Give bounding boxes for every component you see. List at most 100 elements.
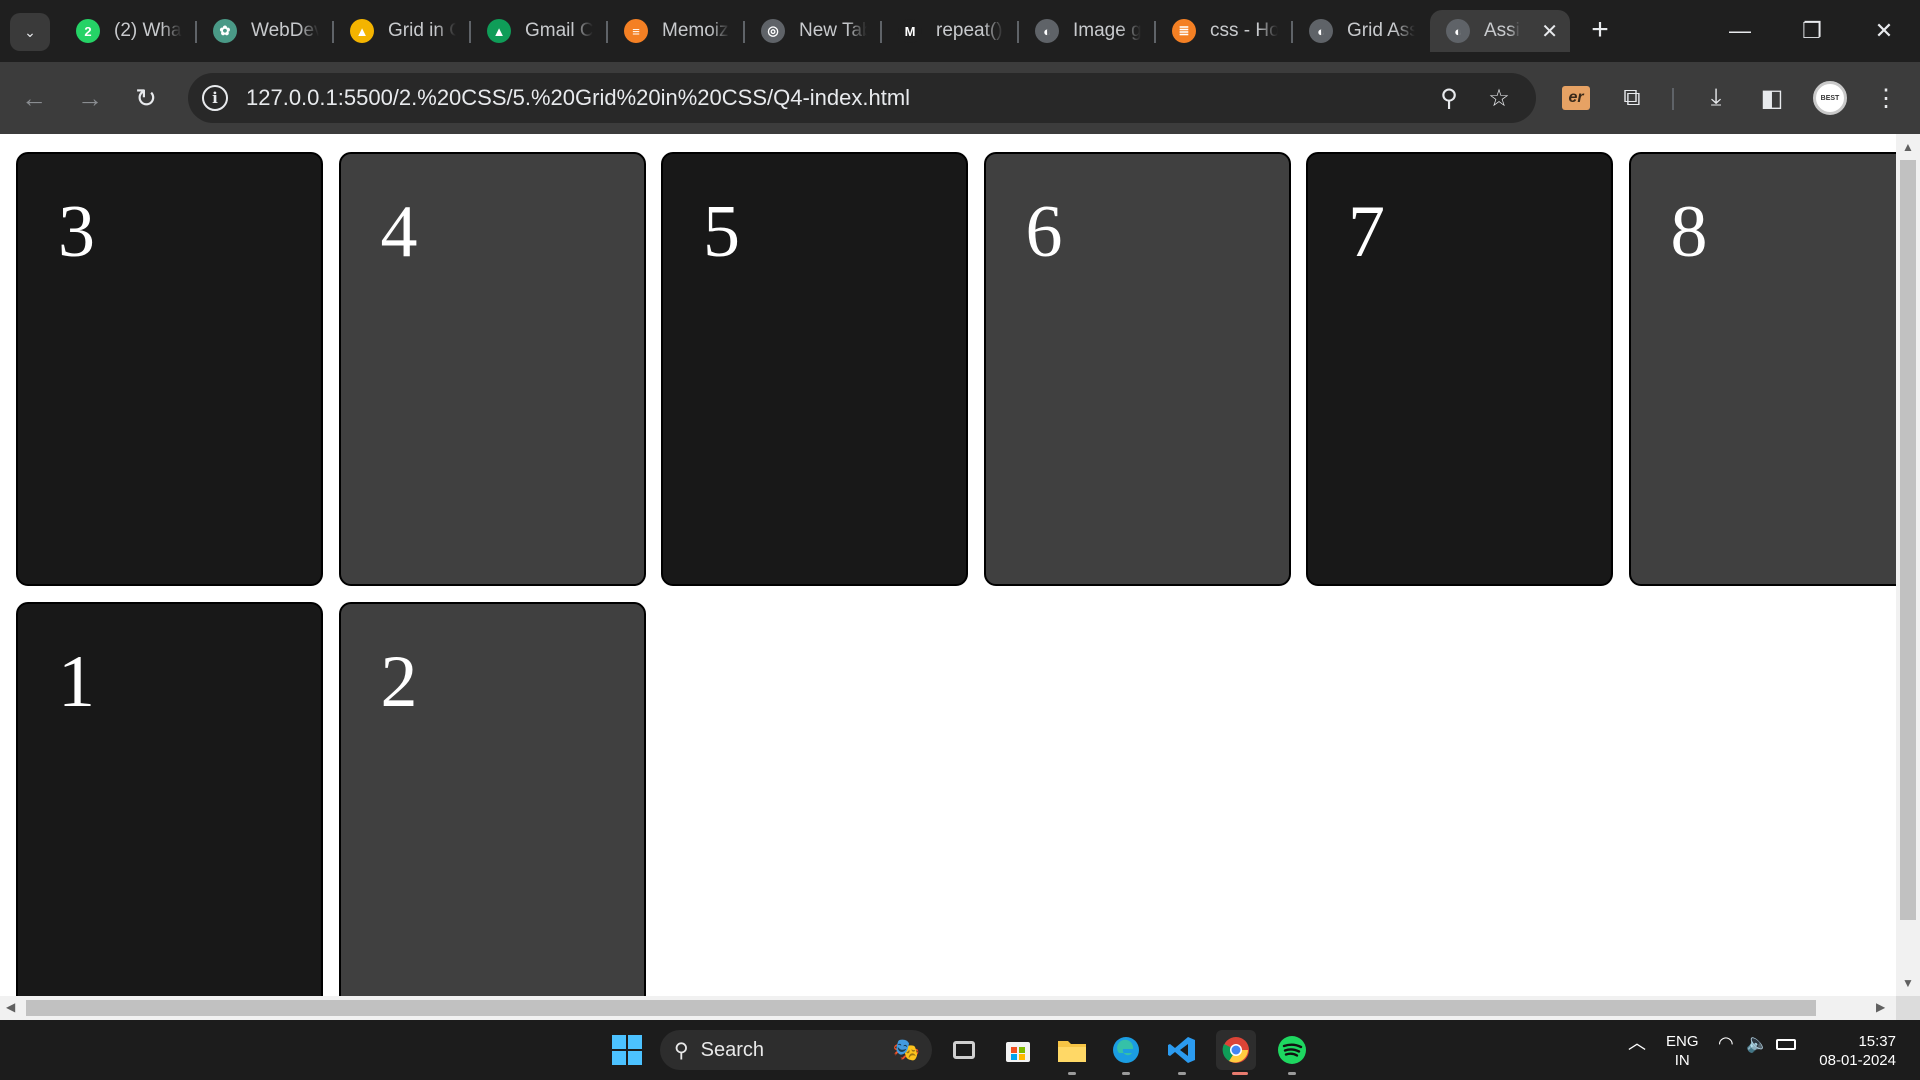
tab-title: Assignment bbox=[1484, 20, 1520, 41]
download-icon[interactable]: ⤓ bbox=[1698, 80, 1734, 116]
clock[interactable]: 15:37 08-01-2024 bbox=[1816, 1032, 1896, 1070]
horizontal-scrollbar[interactable]: ◀ ▶ bbox=[0, 996, 1896, 1020]
horizontal-scroll-thumb[interactable] bbox=[26, 1000, 1816, 1016]
taskbar-search-label: Search bbox=[700, 1038, 765, 1061]
scroll-down-icon[interactable]: ▼ bbox=[1902, 976, 1914, 990]
wifi-icon[interactable]: ◠ bbox=[1718, 1034, 1734, 1053]
tab[interactable]: 2 (2) WhatsApp bbox=[60, 10, 197, 52]
tab-title: Grid Assignment bbox=[1347, 20, 1415, 41]
chatgpt-icon: ✿ bbox=[213, 19, 237, 43]
edge-logo-icon bbox=[1113, 1037, 1139, 1063]
tab-strip: ⌄ 2 (2) WhatsApp ✿ WebDev ▲ Grid in CSS ▲ Gmail… bbox=[0, 0, 1920, 62]
tab-title: Image gallery bbox=[1073, 20, 1141, 41]
reload-button[interactable]: ↻ bbox=[126, 78, 166, 118]
tab-title: css - How bbox=[1210, 20, 1278, 41]
tab[interactable]: ◐ Image gallery bbox=[1019, 10, 1156, 52]
side-panel-icon[interactable]: ◧ bbox=[1754, 80, 1790, 116]
scroll-up-icon[interactable]: ▲ bbox=[1902, 140, 1914, 154]
tab-title: New Tab bbox=[799, 20, 867, 41]
page-viewport: 345678 12 bbox=[0, 134, 1896, 996]
bookmark-star-icon[interactable]: ☆ bbox=[1484, 83, 1514, 113]
running-indicator bbox=[1178, 1072, 1186, 1075]
tab[interactable]: ◐ Grid Assignment bbox=[1293, 10, 1430, 52]
vscode-icon[interactable] bbox=[1162, 1030, 1202, 1070]
chrome-taskbar-icon[interactable] bbox=[1216, 1030, 1256, 1070]
tab-search-button[interactable]: ⌄ bbox=[10, 13, 50, 51]
windows-logo-icon bbox=[612, 1035, 642, 1065]
address-bar[interactable]: i 127.0.0.1:5500/2.%20CSS/5.%20Grid%20in… bbox=[188, 73, 1536, 123]
globe-icon: ◐ bbox=[1309, 19, 1333, 43]
volume-icon[interactable]: 🔈 bbox=[1746, 1034, 1768, 1053]
google-drive-icon: ▲ bbox=[350, 19, 374, 43]
tab-title: WebDev bbox=[251, 20, 319, 41]
spotify-icon[interactable] bbox=[1272, 1030, 1312, 1070]
url-text[interactable]: 127.0.0.1:5500/2.%20CSS/5.%20Grid%20in%2… bbox=[246, 85, 910, 111]
grid-box-6: 6 bbox=[983, 152, 1291, 586]
arrow-right-icon: → bbox=[77, 82, 103, 113]
tab-title: (2) WhatsApp bbox=[114, 20, 182, 41]
grid-box-2: 2 bbox=[338, 602, 646, 996]
toolbar-divider bbox=[1672, 88, 1674, 110]
browser-toolbar: ← → ↻ i 127.0.0.1:5500/2.%20CSS/5.%20Gri… bbox=[0, 62, 1920, 134]
new-tab-button[interactable]: + bbox=[1582, 12, 1618, 48]
clock-date: 08-01-2024 bbox=[1819, 1052, 1896, 1069]
tab[interactable]: ✿ WebDev bbox=[197, 10, 334, 52]
battery-icon[interactable] bbox=[1776, 1036, 1796, 1055]
vscode-logo-icon bbox=[1168, 1037, 1195, 1063]
zoom-icon[interactable]: ⚲ bbox=[1434, 83, 1464, 113]
grid-box-8: 8 bbox=[1628, 152, 1896, 586]
scroll-left-icon[interactable]: ◀ bbox=[6, 1000, 15, 1014]
menu-kebab-icon[interactable]: ⋮ bbox=[1868, 80, 1904, 116]
tab-title: repeat() bbox=[936, 20, 1003, 41]
reload-icon: ↻ bbox=[135, 82, 157, 113]
minimize-button[interactable]: — bbox=[1704, 0, 1776, 62]
extension-er-icon[interactable]: er bbox=[1562, 86, 1590, 110]
tab-list: 2 (2) WhatsApp ✿ WebDev ▲ Grid in CSS ▲ Gmail C… bbox=[60, 10, 1570, 52]
tab-close-icon[interactable]: ✕ bbox=[1541, 19, 1558, 44]
language-indicator[interactable]: ENG IN bbox=[1666, 1032, 1699, 1070]
chevron-down-icon: ⌄ bbox=[24, 23, 36, 40]
scroll-right-icon[interactable]: ▶ bbox=[1876, 1000, 1885, 1014]
task-view-icon[interactable] bbox=[944, 1030, 984, 1070]
mdn-icon: M bbox=[898, 19, 922, 43]
running-indicator bbox=[1068, 1072, 1076, 1075]
stack-icon: ≡ bbox=[624, 19, 648, 43]
vertical-scroll-thumb[interactable] bbox=[1900, 160, 1916, 920]
search-highlight-icon: 🎭 bbox=[892, 1037, 920, 1062]
tab[interactable]: Mrepeat() bbox=[882, 10, 1019, 52]
tab-active[interactable]: ◐ Assignment ✕ bbox=[1430, 10, 1570, 52]
taskbar-search[interactable]: ⚲ Search 🎭 bbox=[660, 1030, 932, 1070]
profile-avatar[interactable]: BEST bbox=[1813, 81, 1847, 115]
restore-button[interactable]: ❐ bbox=[1776, 0, 1848, 62]
grid-box-1: 1 bbox=[16, 602, 323, 996]
google-drive-icon: ▲ bbox=[487, 19, 511, 43]
site-info-icon[interactable]: i bbox=[202, 85, 228, 111]
grid-box-4: 4 bbox=[338, 152, 646, 586]
tab-title: Grid in CSS bbox=[388, 20, 456, 41]
tab[interactable]: ▲ Gmail Clone bbox=[471, 10, 608, 52]
windows-start-button[interactable] bbox=[607, 1030, 647, 1070]
grid-box-7: 7 bbox=[1306, 152, 1613, 586]
forward-button[interactable]: → bbox=[70, 78, 110, 118]
arrow-left-icon: ← bbox=[21, 82, 47, 113]
tab-title: Memoization bbox=[662, 20, 730, 41]
tray-overflow-chevron-icon[interactable]: ︿ bbox=[1628, 1034, 1646, 1053]
restore-icon: ❐ bbox=[1802, 18, 1822, 43]
chrome-icon: ◎ bbox=[761, 19, 785, 43]
tab[interactable]: ≡ Memoization bbox=[608, 10, 745, 52]
stackoverflow-icon: ≣ bbox=[1172, 19, 1196, 43]
tab[interactable]: ≣ css - How bbox=[1156, 10, 1293, 52]
chrome-logo-icon bbox=[1222, 1037, 1249, 1063]
back-button[interactable]: ← bbox=[14, 78, 54, 118]
grid-box-3: 3 bbox=[16, 152, 323, 586]
microsoft-store-icon[interactable] bbox=[998, 1030, 1038, 1070]
tab[interactable]: ▲ Grid in CSS bbox=[334, 10, 471, 52]
running-indicator bbox=[1288, 1072, 1296, 1075]
edge-browser-icon[interactable] bbox=[1106, 1030, 1146, 1070]
tab[interactable]: ◎ New Tab bbox=[745, 10, 882, 52]
vertical-scrollbar[interactable]: ▲ ▼ bbox=[1896, 134, 1920, 996]
extensions-puzzle-icon[interactable]: ⧉ bbox=[1614, 80, 1650, 116]
file-explorer-icon[interactable] bbox=[1052, 1030, 1092, 1070]
close-window-button[interactable]: ✕ bbox=[1848, 0, 1920, 62]
spotify-logo-icon bbox=[1278, 1036, 1306, 1064]
